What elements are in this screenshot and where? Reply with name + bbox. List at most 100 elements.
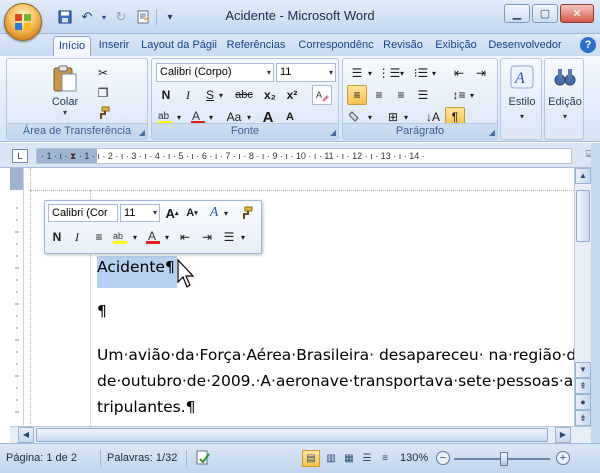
horizontal-ruler[interactable]: · 1 · ı · ⧗ · 1 · ı · 2 · ı · 3 · ı · 4 … xyxy=(36,148,572,164)
document-heading[interactable]: Acidente¶ xyxy=(97,256,177,288)
svg-text:A: A xyxy=(192,109,200,123)
mini-toolbar: Calibri (Cor 11 ▾ A ▴ A ▾ A ▾ N I ≡ ab ▾ A … xyxy=(44,200,262,254)
align-left-icon[interactable]: ≡ xyxy=(347,85,367,105)
tab-inserir[interactable]: Inserir xyxy=(94,36,134,56)
outline-view-icon[interactable]: ☰ xyxy=(358,450,376,467)
zoom-out-icon[interactable]: − xyxy=(436,451,450,465)
mini-font-size-combo[interactable]: 11 ▾ xyxy=(120,204,160,222)
copy-icon[interactable]: ❐ xyxy=(93,83,113,103)
increase-indent-icon[interactable]: ⇥ xyxy=(471,63,491,83)
mini-grow-font-icon[interactable]: A ▴ xyxy=(163,204,181,222)
tab-inicio[interactable]: Início xyxy=(53,36,91,56)
align-center-icon[interactable]: ≡ xyxy=(369,85,389,105)
tab-desenvolvedor[interactable]: Desenvolvedor xyxy=(486,36,564,56)
numbering-icon[interactable]: ⋮☰ xyxy=(378,63,401,83)
office-button[interactable] xyxy=(4,3,42,41)
justify-icon[interactable]: ☰ xyxy=(413,85,433,105)
paragraph-group-label: Parágrafo xyxy=(343,123,497,139)
full-screen-reading-icon[interactable]: ▥ xyxy=(322,450,340,467)
font-size-combo[interactable]: 11 ▾ xyxy=(276,63,336,82)
font-launcher-icon[interactable]: ◢ xyxy=(330,128,336,137)
paragraph-launcher-icon[interactable]: ◢ xyxy=(489,128,495,137)
page-status[interactable]: Página: 1 de 2 xyxy=(6,452,77,464)
mini-font-color-icon[interactable]: A xyxy=(144,228,162,246)
mini-bullets-icon[interactable]: ☰ xyxy=(220,228,238,246)
numbering-dropdown-icon[interactable]: ▾ xyxy=(397,63,407,83)
clipboard-launcher-icon[interactable]: ◢ xyxy=(139,128,145,137)
body-line-2[interactable]: de·outubro·de·2009.·A·aeronave·transport… xyxy=(97,372,574,390)
bullets-icon[interactable]: ☰ xyxy=(347,63,367,83)
multilevel-list-icon[interactable]: ⁝☰ xyxy=(411,63,431,83)
scroll-right-icon[interactable]: ▶ xyxy=(555,427,571,443)
horizontal-scroll-thumb[interactable] xyxy=(36,428,548,442)
maximize-button[interactable]: ▢ xyxy=(532,4,558,23)
superscript-button[interactable]: x² xyxy=(282,85,302,105)
line-spacing-icon[interactable]: ↕≡ xyxy=(449,85,469,105)
draft-view-icon[interactable]: ≡ xyxy=(376,450,394,467)
vertical-ruler[interactable] xyxy=(10,168,24,426)
format-painter-icon[interactable] xyxy=(93,103,113,123)
mini-font-name-value: Calibri (Cor xyxy=(52,207,108,219)
font-name-combo[interactable]: Calibri (Corpo) ▾ xyxy=(156,63,274,82)
mini-format-painter-icon[interactable] xyxy=(237,204,255,222)
tab-layout[interactable]: Layout da Págii xyxy=(139,36,219,56)
clear-formatting-icon[interactable]: A xyxy=(312,85,332,105)
tab-revisao[interactable]: Revisão xyxy=(381,36,425,56)
mini-shrink-font-icon[interactable]: A ▾ xyxy=(183,204,201,222)
mini-font-color-dropdown-icon[interactable]: ▾ xyxy=(162,228,172,246)
editing-group[interactable]: Edição ▾ xyxy=(544,58,584,140)
subscript-button[interactable]: x₂ xyxy=(260,85,280,105)
mini-bold-button[interactable]: N xyxy=(48,228,66,246)
clipboard-group: Colar ▾ ✂ ❐ Área de Transferência ◢ xyxy=(6,58,148,140)
italic-button[interactable]: I xyxy=(178,85,198,105)
strikethrough-button[interactable]: abc xyxy=(232,85,256,105)
document-area[interactable]: Acidente¶ ¶ Um·avião·da·Força·Aérea·Bras… xyxy=(0,168,574,426)
mini-increase-indent-icon[interactable]: ⇥ xyxy=(198,228,216,246)
mini-italic-button[interactable]: I xyxy=(68,228,86,246)
proofing-icon[interactable] xyxy=(194,449,212,466)
paste-button[interactable]: Colar ▾ xyxy=(45,61,85,119)
previous-page-icon[interactable]: ⇞ xyxy=(575,378,591,394)
tab-exibicao[interactable]: Exibição xyxy=(432,36,480,56)
tab-referencias[interactable]: Referências xyxy=(224,36,288,56)
vertical-scroll-thumb[interactable] xyxy=(576,190,590,242)
zoom-slider-thumb[interactable] xyxy=(500,452,508,466)
mini-styles-dropdown-icon[interactable]: ▾ xyxy=(221,204,231,222)
empty-paragraph[interactable]: ¶ xyxy=(97,302,107,320)
styles-group[interactable]: A Estilo ▾ xyxy=(500,58,542,140)
help-icon[interactable]: ? xyxy=(580,37,596,53)
vertical-scrollbar[interactable]: ▲ ▼ ⇞ ● ⇟ xyxy=(574,168,591,426)
mini-center-icon[interactable]: ≡ xyxy=(90,228,108,246)
bold-button[interactable]: N xyxy=(156,85,176,105)
mini-font-name-combo[interactable]: Calibri (Cor xyxy=(48,204,118,222)
scroll-up-icon[interactable]: ▲ xyxy=(575,168,591,184)
zoom-level[interactable]: 130% xyxy=(400,452,428,464)
web-layout-icon[interactable]: ▦ xyxy=(340,450,358,467)
mini-highlight-icon[interactable]: ab xyxy=(112,228,130,246)
minimize-button[interactable]: ▁ xyxy=(504,4,530,23)
underline-dropdown-icon[interactable]: ▾ xyxy=(216,85,226,105)
bullets-dropdown-icon[interactable]: ▾ xyxy=(365,63,375,83)
align-right-icon[interactable]: ≡ xyxy=(391,85,411,105)
scroll-down-icon[interactable]: ▼ xyxy=(575,362,591,378)
multilevel-dropdown-icon[interactable]: ▾ xyxy=(429,63,439,83)
next-page-icon[interactable]: ⇟ xyxy=(575,410,591,426)
mini-decrease-indent-icon[interactable]: ⇤ xyxy=(176,228,194,246)
word-count-status[interactable]: Palavras: 1/32 xyxy=(107,452,177,464)
paste-dropdown-icon[interactable]: ▾ xyxy=(63,108,67,117)
close-button[interactable]: ✕ xyxy=(560,4,594,23)
body-line-3[interactable]: tripulantes.¶ xyxy=(97,398,196,416)
decrease-indent-icon[interactable]: ⇤ xyxy=(449,63,469,83)
line-spacing-dropdown-icon[interactable]: ▾ xyxy=(467,85,477,105)
cut-icon[interactable]: ✂ xyxy=(93,63,113,83)
scroll-left-icon[interactable]: ◀ xyxy=(18,427,34,443)
tab-correspondencias[interactable]: Correspondênc xyxy=(296,36,376,56)
horizontal-scrollbar[interactable]: ◀ ▶ xyxy=(10,426,591,443)
mini-highlight-dropdown-icon[interactable]: ▾ xyxy=(130,228,140,246)
tab-selector[interactable]: L xyxy=(12,149,28,163)
body-line-1[interactable]: Um·avião·da·Força·Aérea·Brasileira· desa… xyxy=(97,346,574,364)
print-layout-view-icon[interactable]: ▤ xyxy=(302,450,320,467)
browse-object-icon[interactable]: ● xyxy=(575,394,591,410)
zoom-in-icon[interactable]: + xyxy=(556,451,570,465)
mini-bullets-dropdown-icon[interactable]: ▾ xyxy=(238,228,248,246)
